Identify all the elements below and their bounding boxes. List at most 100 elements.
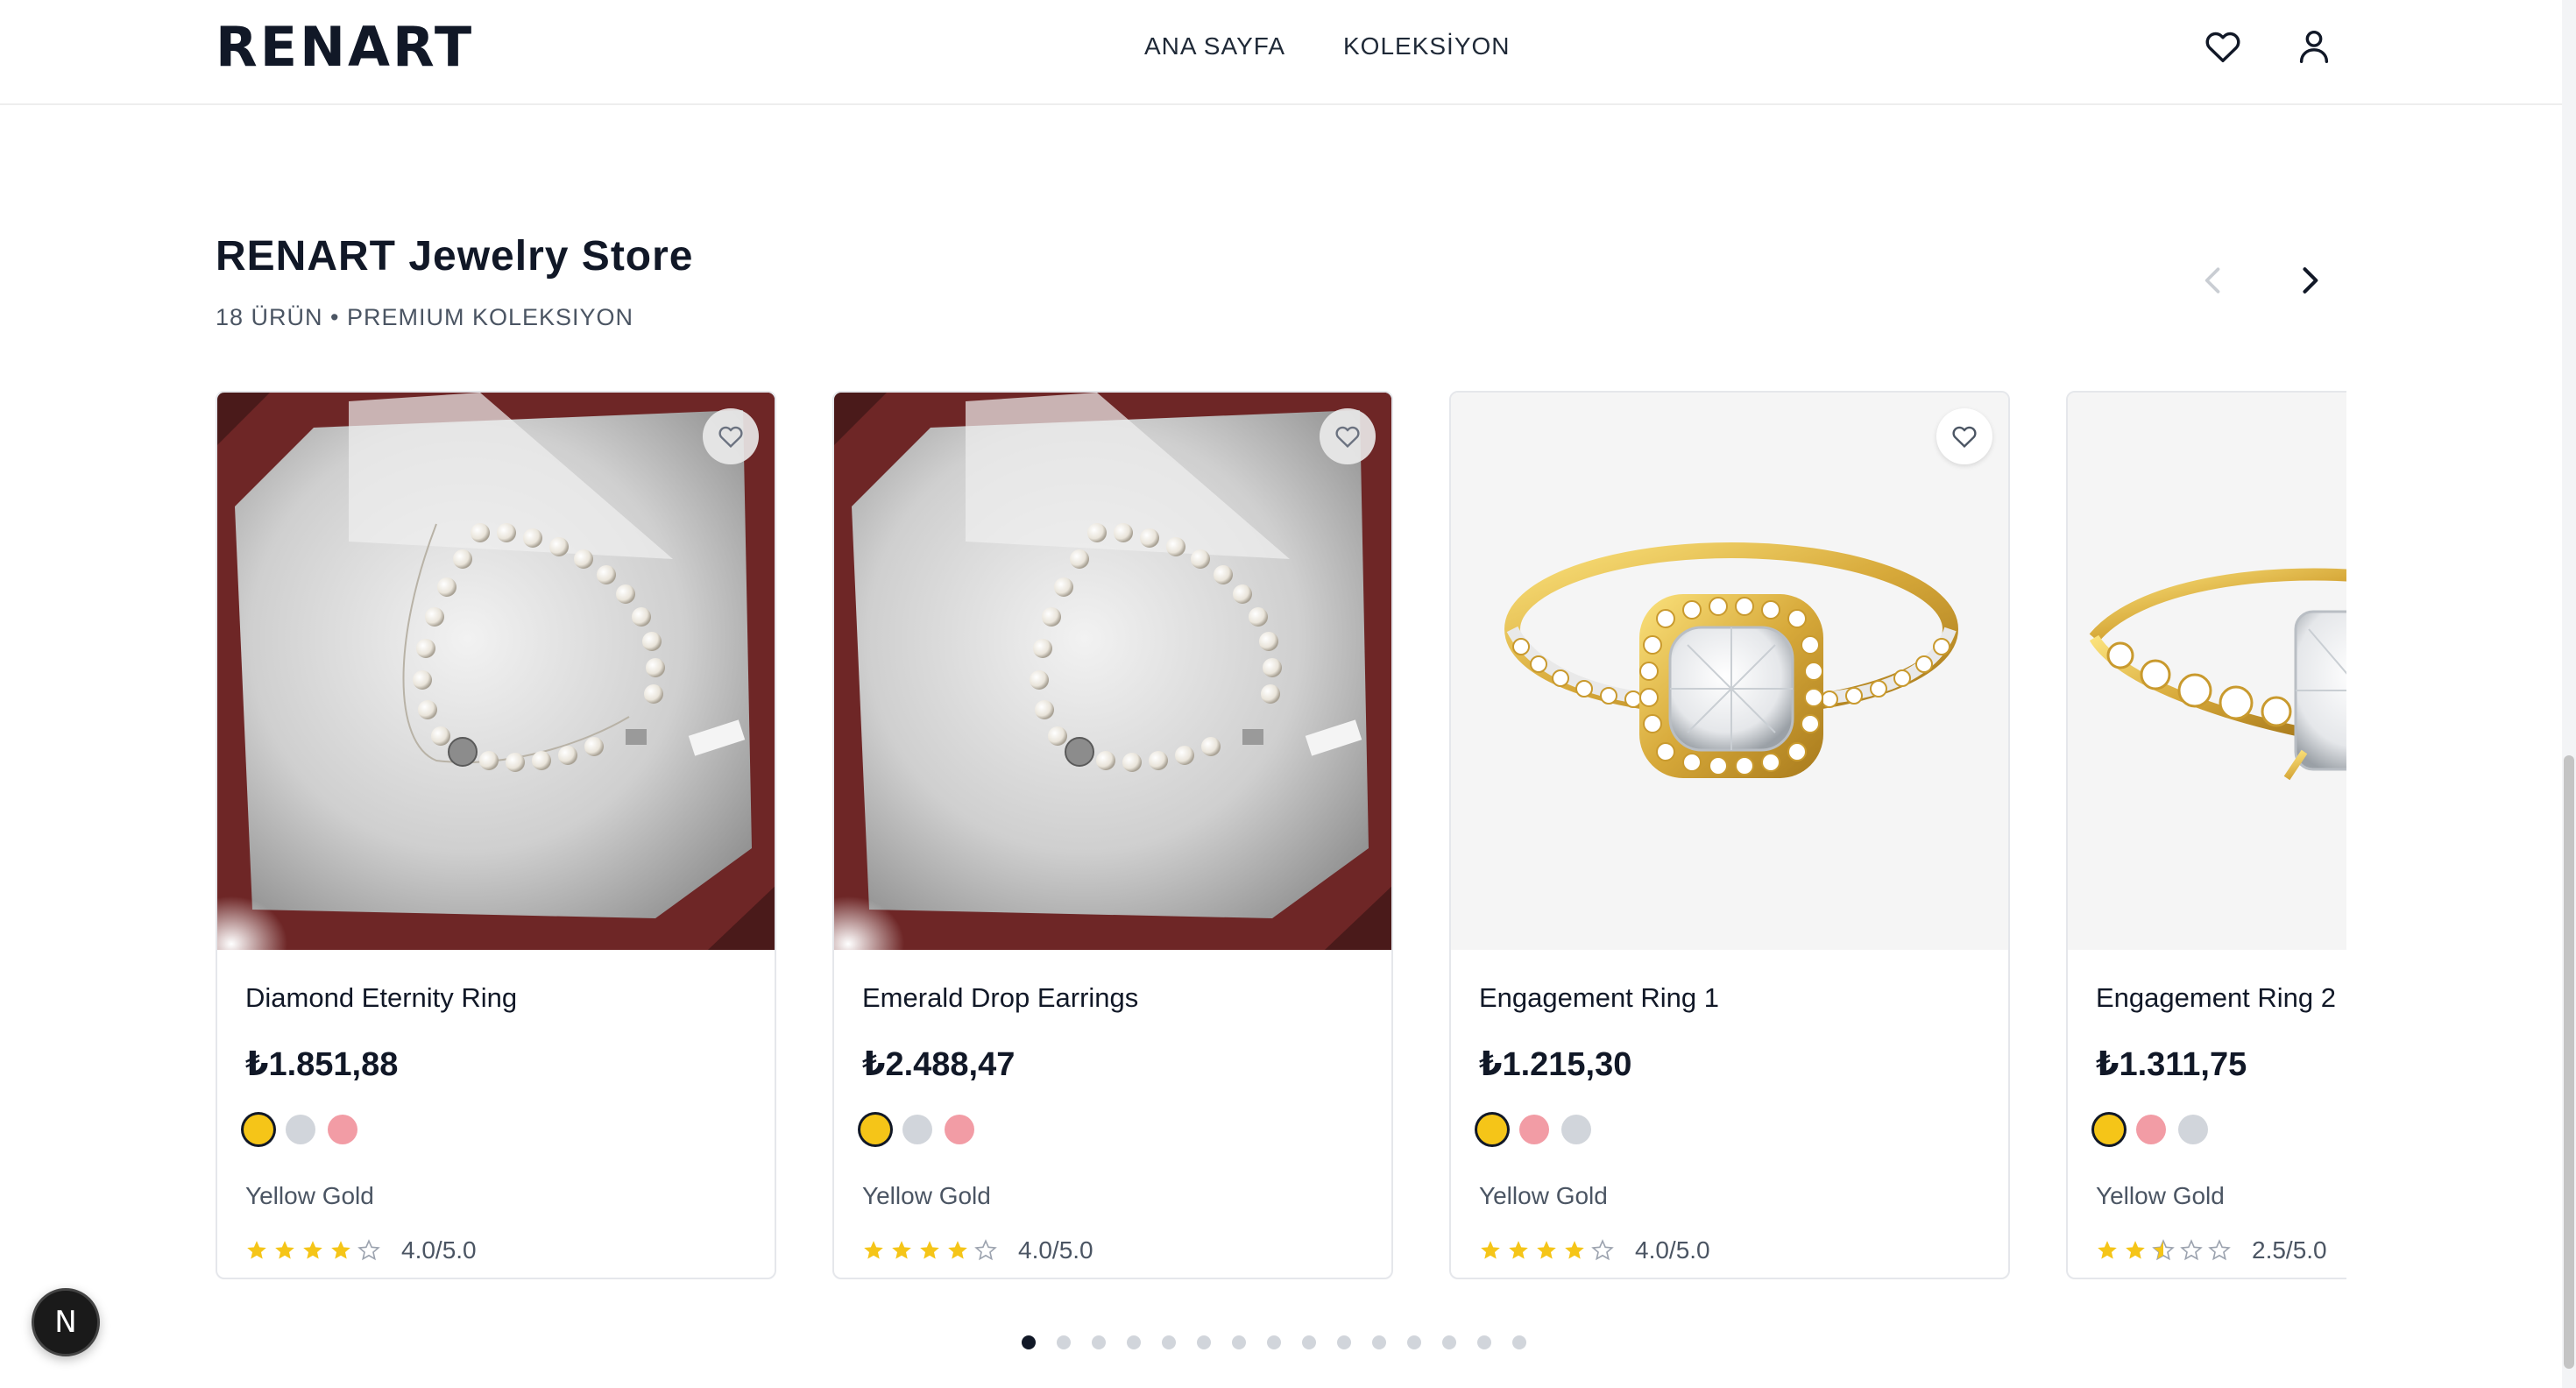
product-name[interactable]: Engagement Ring 2 (2096, 981, 2336, 1015)
heart-icon (1952, 426, 1977, 449)
swatch-rose-gold[interactable] (1519, 1115, 1549, 1144)
pagination-dot[interactable] (1407, 1335, 1421, 1349)
product-price: ₺1.215,30 (1479, 1046, 1632, 1083)
star-icon (2126, 1241, 2145, 1259)
product-image-pearl-necklace[interactable] (217, 393, 775, 950)
pagination-dot[interactable] (1022, 1335, 1036, 1349)
star-outline-icon (1591, 1239, 1614, 1261)
star-icon (275, 1241, 294, 1259)
star-outline-icon (974, 1239, 997, 1261)
pagination-dot[interactable] (1302, 1335, 1316, 1349)
main-nav: ANA SAYFA KOLEKSİYON (1144, 32, 1511, 61)
swatch-rose-gold[interactable] (2136, 1115, 2166, 1144)
product-variant: Yellow Gold (2096, 1182, 2225, 1209)
product-variant: Yellow Gold (862, 1182, 991, 1209)
pagination-dot[interactable] (1477, 1335, 1491, 1349)
product-variant: Yellow Gold (1479, 1182, 1608, 1209)
pagination-dot[interactable] (1232, 1335, 1246, 1349)
star-icon (247, 1241, 266, 1259)
product-card[interactable]: Engagement Ring 2 ₺1.311,75 Yellow Gold … (2066, 391, 2346, 1279)
star-outline-icon (2180, 1239, 2203, 1261)
swatch-white-gold[interactable] (286, 1115, 315, 1144)
product-name[interactable]: Engagement Ring 1 (1479, 981, 1719, 1015)
star-icon (303, 1241, 322, 1259)
color-swatches (860, 1115, 974, 1144)
swatch-yellow-gold[interactable] (1477, 1115, 1507, 1144)
heart-icon (1335, 426, 1360, 449)
swatch-rose-gold[interactable] (328, 1115, 357, 1144)
nextjs-dev-badge[interactable]: N (32, 1288, 100, 1356)
star-icon (1509, 1241, 1528, 1259)
heart-icon (718, 426, 743, 449)
favorite-button[interactable] (703, 408, 759, 464)
pagination-dot[interactable] (1337, 1335, 1351, 1349)
pagination-dot[interactable] (1127, 1335, 1141, 1349)
product-card[interactable]: Emerald Drop Earrings ₺2.488,47 Yellow G… (832, 391, 1393, 1279)
pagination-dot[interactable] (1442, 1335, 1456, 1349)
star-icon (864, 1241, 883, 1259)
star-icon (920, 1241, 939, 1259)
chevron-right-icon (2303, 267, 2318, 294)
product-price: ₺1.311,75 (2096, 1046, 2247, 1083)
user-icon[interactable] (2294, 26, 2334, 67)
rating-text: 4.0/5.0 (401, 1236, 477, 1264)
star-icon (948, 1241, 967, 1259)
pagination-dot[interactable] (1092, 1335, 1106, 1349)
product-card[interactable]: Engagement Ring 1 ₺1.215,30 Yellow Gold … (1449, 391, 2010, 1279)
pagination-dot[interactable] (1197, 1335, 1211, 1349)
pagination-dot[interactable] (1162, 1335, 1176, 1349)
swatch-white-gold[interactable] (902, 1115, 932, 1144)
carousel-pagination (1022, 1335, 1526, 1349)
product-rating: 4.0/5.0 (245, 1236, 477, 1265)
rating-text: 2.5/5.0 (2252, 1236, 2327, 1264)
product-carousel[interactable]: Diamond Eternity Ring ₺1.851,88 Yellow G… (216, 391, 2346, 1281)
rating-text: 4.0/5.0 (1635, 1236, 1710, 1264)
nextjs-badge-label: N (54, 1305, 77, 1340)
swatch-white-gold[interactable] (2178, 1115, 2208, 1144)
product-price: ₺1.851,88 (245, 1046, 399, 1083)
page-scrollbar-thumb[interactable] (2564, 755, 2574, 1369)
product-rating: 2.5/5.0 (2096, 1236, 2327, 1265)
carousel-next-button[interactable] (2290, 261, 2329, 300)
star-icon (1565, 1241, 1584, 1259)
swatch-yellow-gold[interactable] (860, 1115, 890, 1144)
product-name[interactable]: Emerald Drop Earrings (862, 981, 1138, 1015)
product-image-vintage-ring[interactable] (2068, 393, 2346, 950)
product-rating: 4.0/5.0 (862, 1236, 1093, 1265)
site-logo[interactable]: RENART (216, 18, 474, 77)
star-icon (331, 1241, 350, 1259)
nav-collection[interactable]: KOLEKSİYON (1343, 32, 1511, 61)
site-header: RENART ANA SAYFA KOLEKSİYON (0, 0, 2562, 105)
swatch-yellow-gold[interactable] (2094, 1115, 2124, 1144)
color-swatches (2094, 1115, 2208, 1144)
nav-home[interactable]: ANA SAYFA (1144, 32, 1285, 61)
product-name[interactable]: Diamond Eternity Ring (245, 981, 517, 1015)
chevron-left-icon (2204, 267, 2220, 294)
product-card[interactable]: Diamond Eternity Ring ₺1.851,88 Yellow G… (216, 391, 776, 1279)
heart-icon[interactable] (2203, 26, 2243, 67)
star-half-icon (2152, 1239, 2175, 1261)
pagination-dot[interactable] (1267, 1335, 1281, 1349)
pagination-dot[interactable] (1057, 1335, 1071, 1349)
star-outline-icon (357, 1239, 380, 1261)
product-variant: Yellow Gold (245, 1182, 374, 1209)
pagination-dot[interactable] (1372, 1335, 1386, 1349)
favorite-button[interactable] (1320, 408, 1376, 464)
swatch-white-gold[interactable] (1561, 1115, 1591, 1144)
favorite-button[interactable] (1936, 408, 1992, 464)
section-title: RENART Jewelry Store (216, 233, 694, 280)
section-subtitle: 18 ÜRÜN • PREMIUM KOLEKSIYON (216, 304, 634, 330)
star-outline-icon (2208, 1239, 2231, 1261)
color-swatches (1477, 1115, 1591, 1144)
product-price: ₺2.488,47 (862, 1046, 1016, 1083)
carousel-prev-button[interactable] (2194, 261, 2233, 300)
product-image-halo-ring[interactable] (1451, 393, 2008, 950)
product-image-pearl-necklace[interactable] (834, 393, 1391, 950)
color-swatches (244, 1115, 357, 1144)
swatch-rose-gold[interactable] (945, 1115, 974, 1144)
rating-text: 4.0/5.0 (1018, 1236, 1093, 1264)
star-icon (2098, 1241, 2117, 1259)
star-icon (1537, 1241, 1556, 1259)
pagination-dot[interactable] (1512, 1335, 1526, 1349)
swatch-yellow-gold[interactable] (244, 1115, 273, 1144)
